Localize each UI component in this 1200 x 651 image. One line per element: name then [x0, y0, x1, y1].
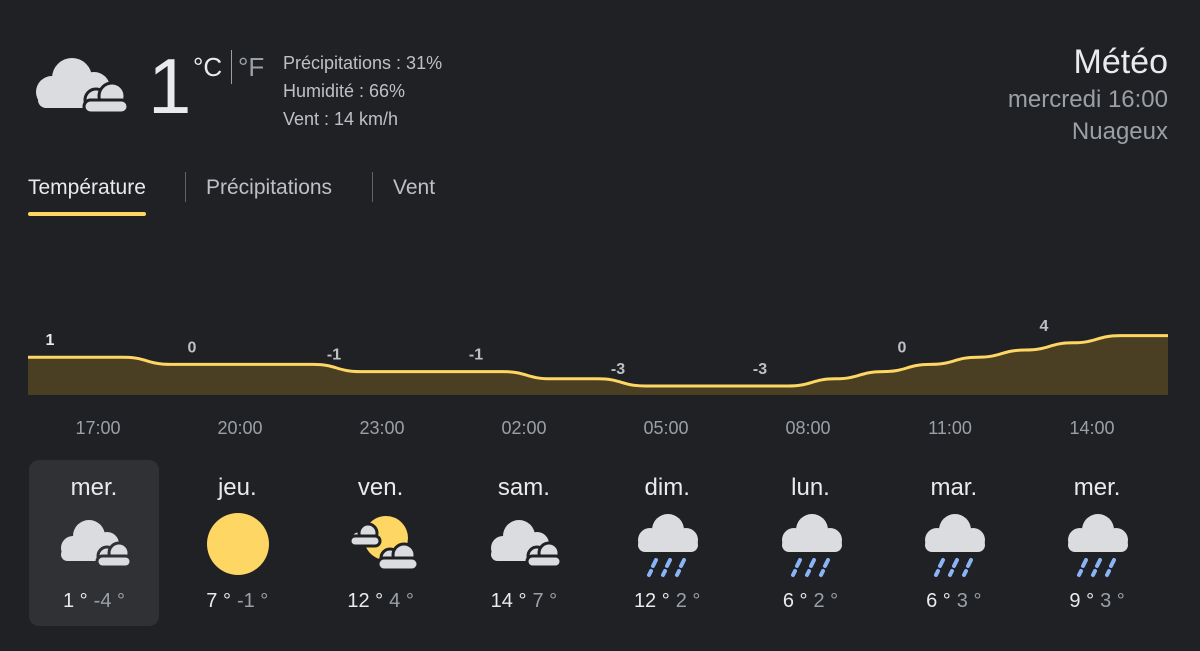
current-cloudy-icon	[30, 52, 130, 118]
chart-data-label: -1	[327, 347, 341, 364]
day-low-temp: -1 °	[236, 590, 269, 612]
day-name: dim.	[644, 474, 690, 501]
rain-icon	[774, 510, 850, 578]
time-tick-label: 14:00	[1069, 418, 1115, 438]
day-high-temp: 12 °	[347, 590, 384, 612]
day-temperatures: 12 ° 2 °	[602, 590, 732, 613]
weather-condition: Nuageux	[1071, 118, 1168, 145]
day-high-temp: 6 °	[926, 590, 951, 612]
daily-forecast: mer. 1 ° -4 ° jeu. 7 ° -1 ° ven. 12 ° 4 ° sam. 14 …	[0, 460, 1200, 626]
weather-datetime: mercredi 16:00	[1007, 86, 1168, 113]
day-low-temp: 2 °	[813, 590, 839, 612]
rain-icon	[1060, 510, 1136, 578]
day-card[interactable]: lun. 6 ° 2 °	[746, 460, 876, 626]
day-temperatures: 1 ° -4 °	[29, 590, 159, 613]
day-card[interactable]: jeu. 7 ° -1 °	[172, 460, 302, 626]
temperature-chart: 1 0 -1 -1 -3 -3 0 4	[28, 318, 1168, 395]
time-axis: 17:00 20:00 23:00 02:00 05:00 08:00 11:00 14:00	[0, 418, 1200, 442]
tab-divider	[185, 172, 186, 202]
cloudy-icon	[487, 510, 563, 578]
day-card[interactable]: mer. 1 ° -4 °	[29, 460, 159, 626]
day-card[interactable]: mar. 6 ° 3 °	[889, 460, 1019, 626]
day-temperatures: 12 ° 4 °	[316, 590, 446, 613]
day-card[interactable]: dim. 12 ° 2 °	[602, 460, 732, 626]
chart-data-label: 0	[898, 339, 907, 356]
weather-header: Météo mercredi 16:00 Nuageux	[1008, 40, 1168, 148]
day-high-temp: 12 °	[633, 590, 670, 612]
tab-wind[interactable]: Vent	[393, 168, 435, 200]
time-tick-label: 20:00	[217, 418, 263, 438]
day-low-temp: 4 °	[389, 590, 414, 612]
day-low-temp: 7 °	[532, 590, 558, 612]
day-name: mer.	[1073, 474, 1121, 501]
rain-icon	[917, 510, 993, 578]
day-temperatures: 6 ° 3 °	[889, 590, 1019, 613]
cloudy-icon	[57, 510, 133, 578]
partly-cloudy-icon	[344, 510, 420, 578]
time-tick-label: 23:00	[359, 418, 405, 438]
day-name: mer.	[70, 474, 118, 501]
tab-divider	[372, 172, 373, 202]
day-name: jeu.	[217, 474, 257, 501]
day-low-temp: 3 °	[1100, 590, 1125, 612]
wind-text: Vent : 14 km/h	[283, 109, 399, 129]
current-temperature: 1	[148, 42, 192, 130]
time-tick-label: 02:00	[501, 418, 547, 438]
day-low-temp: -4 °	[93, 590, 126, 612]
day-low-temp: 2 °	[675, 590, 701, 612]
day-name: lun.	[791, 474, 830, 501]
day-card[interactable]: mer. 9 ° 3 °	[1032, 460, 1162, 626]
tab-temperature[interactable]: Température	[28, 168, 146, 216]
day-high-temp: 14 °	[490, 590, 527, 612]
day-card[interactable]: ven. 12 ° 4 °	[316, 460, 446, 626]
sunny-icon	[200, 510, 276, 578]
unit-divider	[231, 50, 232, 84]
day-low-temp: 3 °	[956, 590, 982, 612]
day-high-temp: 6 °	[782, 590, 808, 612]
day-high-temp: 1 °	[62, 590, 88, 612]
day-high-temp: 7 °	[206, 590, 231, 612]
chart-data-label: -3	[611, 361, 625, 378]
day-temperatures: 9 ° 3 °	[1032, 590, 1162, 613]
time-tick-label: 08:00	[785, 418, 831, 438]
chart-data-label: 0	[188, 339, 197, 356]
day-temperatures: 7 ° -1 °	[172, 590, 302, 613]
weather-title: Météo	[1073, 43, 1169, 81]
day-name: ven.	[357, 474, 404, 501]
precipitation-text: Précipitations : 31%	[283, 53, 443, 73]
humidity-text: Humidité : 66%	[283, 81, 406, 101]
current-details: Précipitations : 31% Humidité : 66% Vent…	[283, 49, 442, 133]
tab-precipitations[interactable]: Précipitations	[206, 168, 332, 200]
unit-fahrenheit-toggle[interactable]: °F	[238, 52, 264, 83]
unit-celsius-toggle[interactable]: °C	[193, 52, 222, 83]
day-name: sam.	[497, 474, 550, 501]
chart-data-label: -1	[469, 347, 483, 364]
chart-data-label: 1	[46, 332, 55, 349]
day-card[interactable]: sam. 14 ° 7 °	[459, 460, 589, 626]
time-tick-label: 11:00	[928, 418, 972, 438]
day-high-temp: 9 °	[1069, 590, 1095, 612]
chart-data-label: -3	[753, 361, 767, 378]
time-tick-label: 17:00	[75, 418, 121, 438]
day-temperatures: 6 ° 2 °	[746, 590, 876, 613]
time-tick-label: 05:00	[643, 418, 689, 438]
rain-icon	[630, 510, 706, 578]
day-temperatures: 14 ° 7 °	[459, 590, 589, 613]
day-name: mar.	[930, 474, 978, 501]
chart-data-label: 4	[1040, 318, 1049, 335]
